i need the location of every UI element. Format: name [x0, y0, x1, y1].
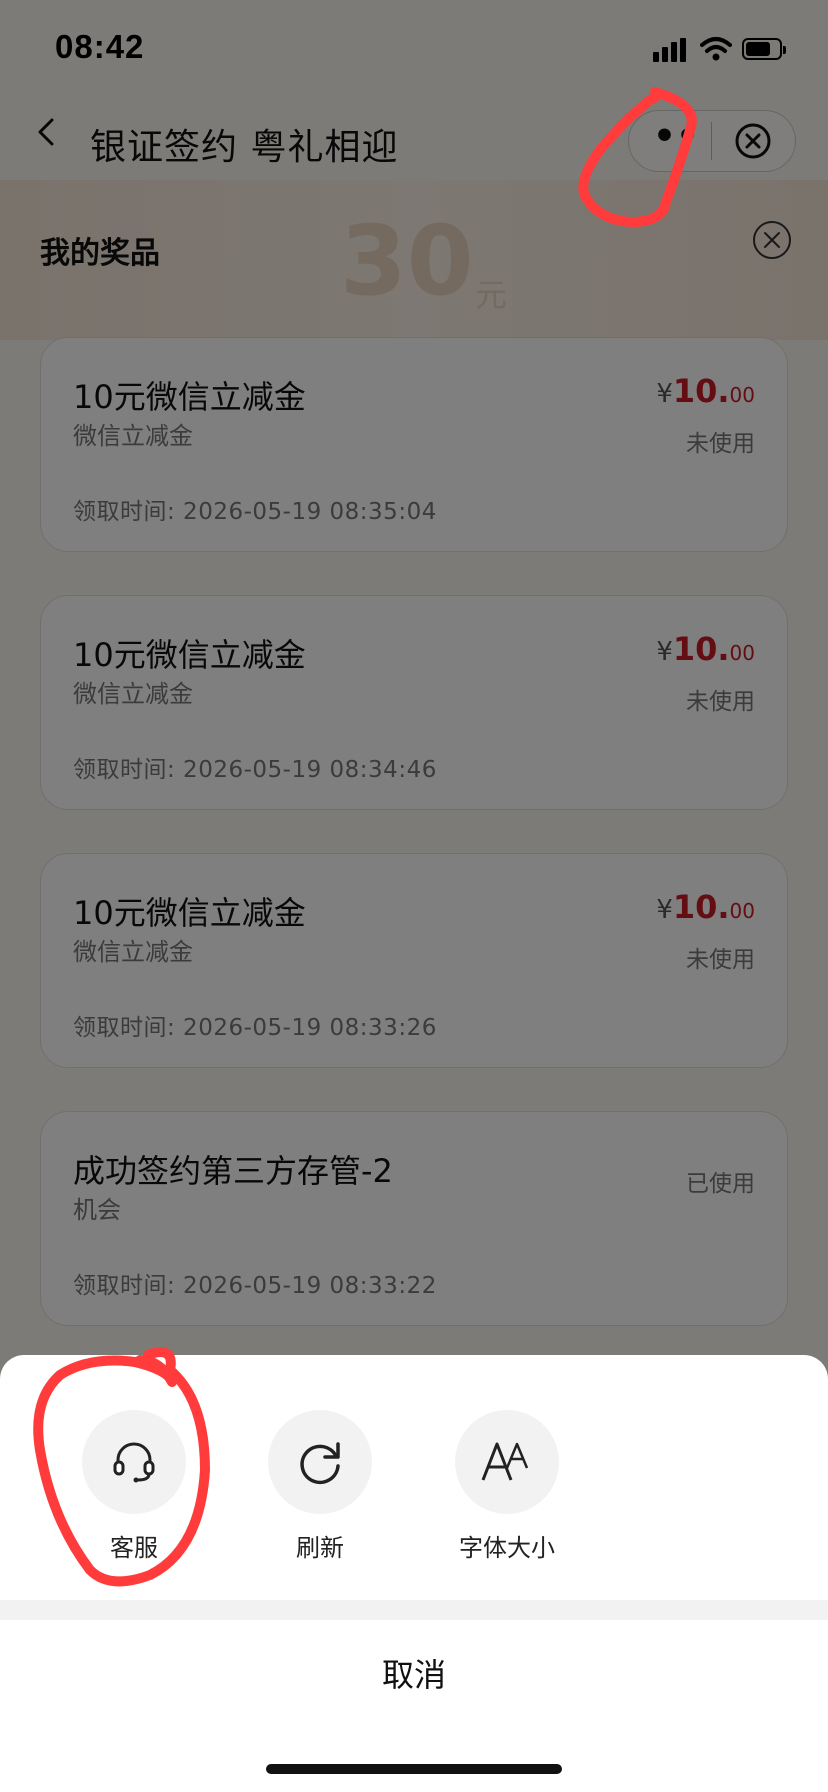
customer-service-button[interactable]	[82, 1410, 186, 1514]
font-size-icon	[481, 1442, 529, 1481]
headset-icon	[113, 1442, 155, 1483]
refresh-button[interactable]	[268, 1410, 372, 1514]
customer-service-label: 客服	[110, 1534, 158, 1562]
refresh-icon	[300, 1442, 340, 1485]
cancel-button[interactable]: 取消	[0, 1620, 828, 1730]
refresh-label: 刷新	[296, 1534, 344, 1562]
sheet-divider	[0, 1600, 828, 1620]
font-size-label: 字体大小	[459, 1534, 555, 1562]
font-size-button[interactable]	[455, 1410, 559, 1514]
home-indicator	[266, 1764, 562, 1774]
